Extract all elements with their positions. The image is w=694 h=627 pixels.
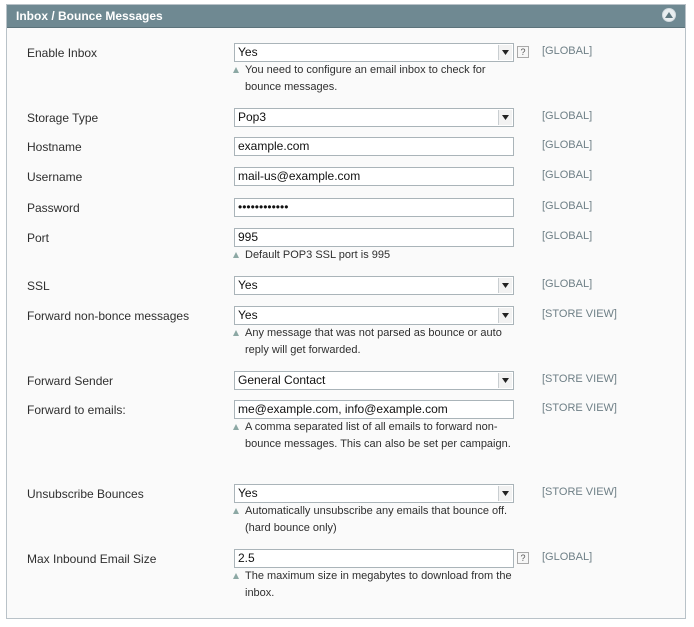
chevron-down-icon[interactable] (498, 373, 512, 388)
storage-type-select[interactable]: Pop3 (234, 108, 514, 127)
password-scope: [GLOBAL] (542, 200, 593, 212)
port-label: Port (27, 231, 50, 245)
max-inbound-size-input[interactable]: 2.5 (234, 549, 514, 568)
port-input[interactable]: 995 (234, 228, 514, 247)
unsubscribe-bounces-scope: [STORE VIEW] (542, 486, 617, 498)
username-input[interactable]: mail-us@example.com (234, 167, 514, 186)
password-label: Password (27, 201, 80, 215)
note-triangle-icon (233, 252, 239, 258)
help-icon[interactable]: ? (517, 46, 529, 58)
forward-sender-scope: [STORE VIEW] (542, 373, 617, 385)
chevron-down-icon[interactable] (498, 110, 512, 125)
username-label: Username (27, 170, 83, 184)
ssl-value: Yes (238, 278, 258, 292)
forward-to-emails-note: A comma separated list of all emails to … (233, 419, 523, 453)
max-inbound-size-scope: [GLOBAL] (542, 551, 593, 563)
forward-non-bounce-note: Any message that was not parsed as bounc… (233, 325, 523, 359)
enable-inbox-note: You need to configure an email inbox to … (233, 62, 523, 96)
hostname-input[interactable]: example.com (234, 137, 514, 156)
forward-non-bounce-select[interactable]: Yes (234, 306, 514, 325)
forward-non-bounce-value: Yes (238, 308, 258, 322)
max-inbound-size-label: Max Inbound Email Size (27, 552, 157, 566)
forward-non-bounce-label: Forward non-bonce messages (27, 309, 190, 323)
unsubscribe-bounces-label: Unsubscribe Bounces (27, 487, 144, 501)
forward-sender-value: General Contact (238, 373, 326, 387)
forward-to-emails-label: Forward to emails: (27, 403, 126, 417)
forward-non-bounce-scope: [STORE VIEW] (542, 308, 617, 320)
password-input[interactable]: •••••••••••• (234, 198, 514, 217)
forward-to-emails-input[interactable]: me@example.com, info@example.com (234, 400, 514, 419)
panel-header[interactable]: Inbox / Bounce Messages (7, 5, 685, 28)
note-triangle-icon (233, 508, 239, 514)
chevron-down-icon[interactable] (498, 486, 512, 501)
hostname-scope: [GLOBAL] (542, 139, 593, 151)
max-inbound-size-note: The maximum size in megabytes to downloa… (233, 568, 523, 602)
chevron-down-icon[interactable] (498, 308, 512, 323)
port-scope: [GLOBAL] (542, 230, 593, 242)
enable-inbox-select[interactable]: Yes (234, 43, 514, 62)
note-triangle-icon (233, 573, 239, 579)
config-panel: Inbox / Bounce Messages Enable Inbox Yes… (6, 4, 686, 619)
unsubscribe-bounces-note: Automatically unsubscribe any emails tha… (233, 503, 523, 537)
forward-to-emails-scope: [STORE VIEW] (542, 402, 617, 414)
username-scope: [GLOBAL] (542, 169, 593, 181)
panel-title: Inbox / Bounce Messages (16, 9, 163, 23)
forward-sender-label: Forward Sender (27, 374, 114, 388)
enable-inbox-value: Yes (238, 45, 258, 59)
collapse-up-icon[interactable] (662, 8, 676, 22)
storage-type-label: Storage Type (27, 111, 99, 125)
chevron-down-icon[interactable] (498, 278, 512, 293)
unsubscribe-bounces-value: Yes (238, 486, 258, 500)
ssl-scope: [GLOBAL] (542, 278, 593, 290)
note-triangle-icon (233, 67, 239, 73)
help-icon[interactable]: ? (517, 552, 529, 564)
port-note: Default POP3 SSL port is 995 (233, 247, 523, 264)
storage-type-scope: [GLOBAL] (542, 110, 593, 122)
note-triangle-icon (233, 330, 239, 336)
enable-inbox-scope: [GLOBAL] (542, 45, 593, 57)
note-triangle-icon (233, 424, 239, 430)
ssl-label: SSL (27, 279, 50, 293)
ssl-select[interactable]: Yes (234, 276, 514, 295)
enable-inbox-label: Enable Inbox (27, 46, 98, 60)
hostname-label: Hostname (27, 140, 82, 154)
chevron-down-icon[interactable] (498, 45, 512, 60)
forward-sender-select[interactable]: General Contact (234, 371, 514, 390)
unsubscribe-bounces-select[interactable]: Yes (234, 484, 514, 503)
storage-type-value: Pop3 (238, 110, 267, 124)
